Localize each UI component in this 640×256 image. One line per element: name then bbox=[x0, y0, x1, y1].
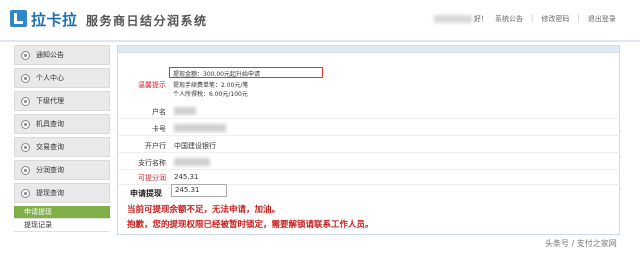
row-value: 中国建设银行 bbox=[174, 142, 216, 150]
account-name-row: 户名 bbox=[118, 102, 621, 119]
bullet-icon bbox=[21, 188, 30, 198]
bullet-icon bbox=[21, 142, 30, 152]
withdrawal-submenu: 申请提现 提现记录 bbox=[14, 206, 110, 232]
logout-link[interactable]: 退出登录 bbox=[588, 14, 616, 24]
bullet-icon bbox=[21, 119, 30, 129]
bullet-icon bbox=[21, 96, 30, 106]
redacted-value bbox=[174, 124, 226, 132]
redacted-value bbox=[174, 107, 196, 115]
system-title: 服务商日结分润系统 bbox=[86, 14, 208, 28]
sidebar-item-terminals[interactable]: 机具查询 bbox=[14, 114, 110, 134]
sidebar-item-label: 下级代理 bbox=[36, 97, 64, 105]
submenu-item-withdrawal-records[interactable]: 提现记录 bbox=[14, 219, 110, 232]
sidebar-item-notice[interactable]: 通知公告 bbox=[14, 45, 110, 65]
row-value bbox=[174, 158, 210, 168]
sidebar: 通知公告 个人中心 下级代理 机具查询 交易查询 分润查询 提现查询 申请提现 … bbox=[14, 45, 110, 232]
sidebar-item-withdrawal[interactable]: 提现查询 bbox=[14, 183, 110, 203]
bullet-icon bbox=[21, 165, 30, 175]
submenu-item-apply-withdrawal[interactable]: 申请提现 bbox=[14, 206, 110, 219]
header: 拉卡拉 服务商日结分润系统 好！ 系统公告 | 修改密码 | 退出登录 bbox=[0, 0, 640, 40]
bank-row: 开户行 中国建设银行 bbox=[118, 136, 621, 153]
bullet-icon bbox=[21, 50, 30, 60]
sidebar-item-profile[interactable]: 个人中心 bbox=[14, 68, 110, 88]
brand-name: 拉卡拉 bbox=[31, 11, 78, 29]
row-label: 户名 bbox=[152, 108, 166, 116]
row-value bbox=[174, 107, 196, 117]
change-password-link[interactable]: 修改密码 bbox=[541, 14, 569, 24]
tip-label: 温馨提示 bbox=[138, 81, 166, 89]
fee-notice: 提现手续费单笔：2.00元/笔 bbox=[173, 82, 249, 89]
card-number-row: 卡号 bbox=[118, 119, 621, 136]
minimum-amount-notice: 提现金额：300.00元起升始申请 bbox=[169, 67, 323, 78]
sidebar-item-label: 通知公告 bbox=[36, 51, 64, 59]
header-divider bbox=[0, 40, 640, 42]
row-value bbox=[174, 124, 226, 134]
bullet-icon bbox=[21, 73, 30, 83]
sidebar-item-label: 个人中心 bbox=[36, 74, 64, 82]
sidebar-item-label: 提现查询 bbox=[36, 189, 64, 197]
row-label: 可提分润 bbox=[138, 174, 166, 182]
system-notice-link[interactable]: 系统公告 bbox=[495, 14, 523, 24]
link-separator: | bbox=[531, 14, 534, 22]
withdrawal-amount-input[interactable]: 245.31 bbox=[171, 184, 227, 197]
withdrawable-profit-row: 可提分润 245.31 bbox=[118, 168, 621, 185]
row-label: 开户行 bbox=[145, 142, 166, 150]
sidebar-item-sub-agents[interactable]: 下级代理 bbox=[14, 91, 110, 111]
link-separator: | bbox=[577, 14, 580, 22]
watermark-text: 头条号 / 支付之家网 bbox=[545, 239, 617, 248]
sidebar-item-label: 交易查询 bbox=[36, 143, 64, 151]
tax-notice: 个人所得税：6.00元/100元 bbox=[173, 91, 248, 98]
user-greeting: 好！ bbox=[434, 14, 488, 24]
row-value: 245.31 bbox=[174, 173, 199, 181]
sidebar-item-transactions[interactable]: 交易查询 bbox=[14, 137, 110, 157]
user-name-redacted bbox=[434, 15, 472, 23]
withdrawal-form-panel: 提现金额：300.00元起升始申请 温馨提示 提现手续费单笔：2.00元/笔 个… bbox=[117, 45, 621, 235]
account-locked-warning: 抱歉，您的提现权限已经被暂时锁定，需要解锁请联系工作人员。 bbox=[127, 220, 374, 230]
sidebar-item-label: 分润查询 bbox=[36, 166, 64, 174]
sidebar-item-label: 机具查询 bbox=[36, 120, 64, 128]
greeting-text: 好！ bbox=[474, 15, 488, 23]
insufficient-balance-warning: 当前可提现余额不足，无法申请，加油。 bbox=[127, 205, 281, 215]
panel-header-bar bbox=[118, 46, 619, 53]
apply-withdrawal-label: 申请提现 bbox=[130, 189, 162, 198]
sidebar-item-profit-share[interactable]: 分润查询 bbox=[14, 160, 110, 180]
top-links: 系统公告 | 修改密码 | 退出登录 bbox=[495, 14, 616, 24]
redacted-value bbox=[174, 158, 210, 166]
lakala-logo-icon bbox=[10, 10, 27, 27]
row-label: 支行名称 bbox=[138, 159, 166, 167]
row-label: 卡号 bbox=[152, 125, 166, 133]
